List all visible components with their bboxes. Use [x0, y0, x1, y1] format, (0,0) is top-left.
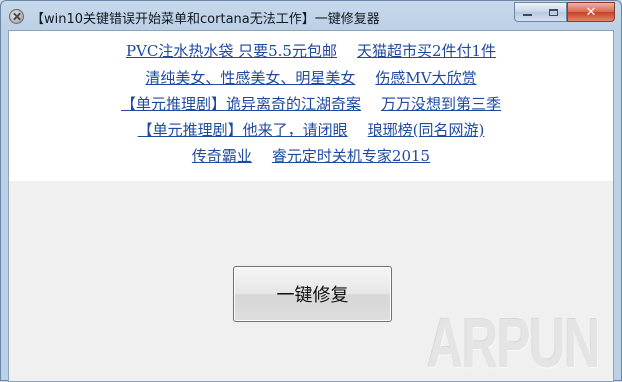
- ad-link[interactable]: 传奇霸业: [192, 145, 252, 167]
- one-click-repair-button[interactable]: 一键修复: [233, 266, 392, 322]
- client-area: PVC注水热水袋 只要5.5元包邮 天猫超市买2件付1件 清纯美女、性感美女、明…: [8, 30, 614, 382]
- ad-link[interactable]: 【单元推理剧】他来了，请闭眼: [138, 119, 348, 141]
- ad-link[interactable]: 万万没想到第三季: [381, 93, 501, 115]
- link-row: 【单元推理剧】他来了，请闭眼 琅琊榜(同名网游): [9, 119, 613, 141]
- title-bar[interactable]: 【win10关键错误开始菜单和cortana无法工作】一键修复器 ✕: [1, 1, 621, 31]
- watermark-logo: ARPUN: [427, 304, 600, 382]
- ad-link[interactable]: 【单元推理剧】诡异离奇的江湖奇案: [121, 93, 361, 115]
- window-title: 【win10关键错误开始菜单和cortana无法工作】一键修复器: [31, 12, 380, 27]
- link-row: 清纯美女、性感美女、明星美女 伤感MV大欣赏: [9, 67, 613, 89]
- minimize-button[interactable]: [514, 2, 541, 22]
- ad-link[interactable]: 伤感MV大欣赏: [375, 67, 476, 89]
- app-window: 【win10关键错误开始菜单和cortana无法工作】一键修复器 ✕ PVC注水…: [0, 0, 622, 382]
- ad-links-panel: PVC注水热水袋 只要5.5元包邮 天猫超市买2件付1件 清纯美女、性感美女、明…: [9, 31, 613, 181]
- ad-link[interactable]: 清纯美女、性感美女、明星美女: [145, 67, 355, 89]
- close-icon: ✕: [585, 4, 597, 20]
- close-button[interactable]: ✕: [567, 2, 615, 22]
- maximize-icon: [548, 8, 558, 16]
- ad-link[interactable]: 睿元定时关机专家2015: [272, 145, 430, 167]
- maximize-button[interactable]: [540, 2, 567, 22]
- ad-link[interactable]: 天猫超市买2件付1件: [357, 40, 496, 62]
- ad-link[interactable]: PVC注水热水袋 只要5.5元包邮: [126, 40, 337, 62]
- ad-link[interactable]: 琅琊榜(同名网游): [368, 119, 485, 141]
- app-icon[interactable]: [9, 9, 24, 24]
- link-row: PVC注水热水袋 只要5.5元包邮 天猫超市买2件付1件: [9, 40, 613, 62]
- minimize-icon: [523, 14, 532, 16]
- link-row: 传奇霸业 睿元定时关机专家2015: [9, 145, 613, 167]
- link-row: 【单元推理剧】诡异离奇的江湖奇案 万万没想到第三季: [9, 93, 613, 115]
